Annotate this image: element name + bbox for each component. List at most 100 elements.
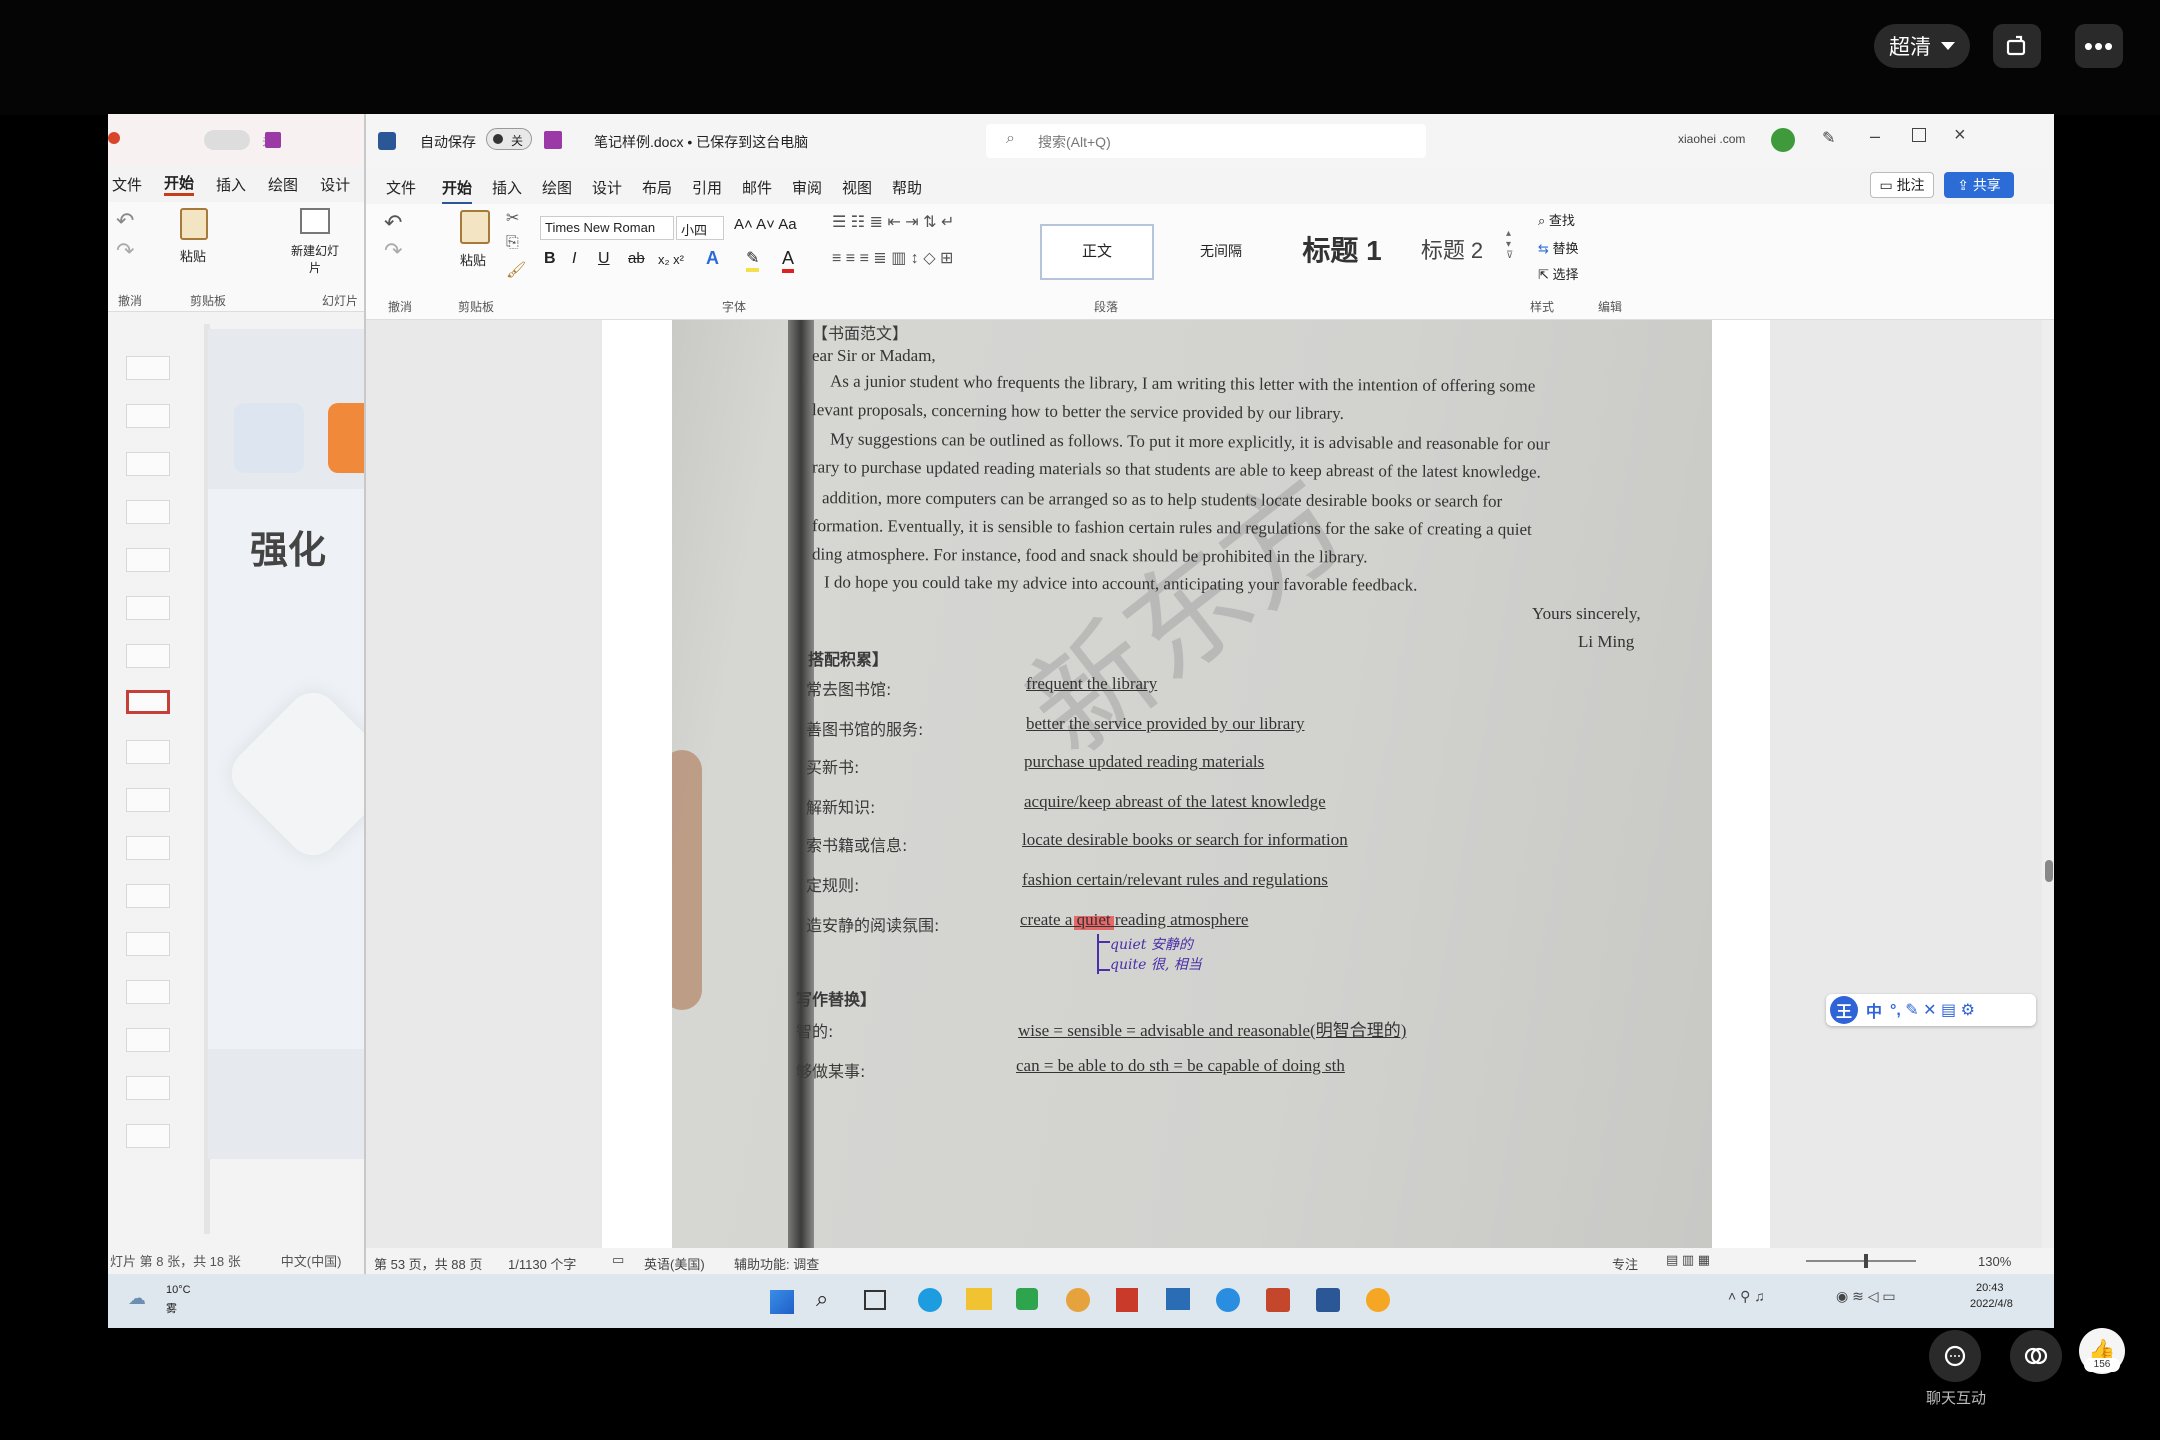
tab-layout[interactable]: 布局 <box>642 177 672 198</box>
tab-file[interactable]: 文件 <box>386 177 416 198</box>
weather-icon[interactable]: ☁ <box>128 1288 146 1309</box>
avatar[interactable] <box>1771 128 1795 152</box>
tab-review[interactable]: 审阅 <box>792 177 822 198</box>
slide-thumbnail[interactable] <box>126 404 170 428</box>
tab-home[interactable]: 开始 <box>442 177 473 205</box>
undo-icon[interactable]: ↶ <box>116 208 134 234</box>
tab-view[interactable]: 视图 <box>842 177 872 198</box>
app-icon[interactable] <box>1366 1288 1390 1312</box>
slide-thumbnail[interactable] <box>126 836 170 860</box>
slide-thumbnail[interactable] <box>126 500 170 524</box>
minimize-icon[interactable]: – <box>1870 126 1880 147</box>
strikethrough-icon[interactable]: ab <box>628 250 645 267</box>
document-title[interactable]: 笔记样例.docx • 已保存到这台电脑 <box>594 132 808 152</box>
slide-thumbnail[interactable] <box>126 548 170 572</box>
ppt-autosave-toggle[interactable] <box>204 130 250 150</box>
font-name-select[interactable]: Times New Roman <box>540 216 674 240</box>
slide-thumbnail[interactable] <box>126 1076 170 1100</box>
slide-thumbnail[interactable] <box>126 644 170 668</box>
app-icon[interactable] <box>1116 1288 1138 1312</box>
share-screen-button[interactable] <box>1993 24 2041 68</box>
tab-insert[interactable]: 插入 <box>492 177 522 198</box>
redo-icon[interactable]: ↷ <box>116 238 134 264</box>
status-page[interactable]: 第 53 页，共 88 页 <box>374 1254 482 1273</box>
italic-icon[interactable]: I <box>572 250 576 268</box>
status-accessibility[interactable]: 辅助功能: 调查 <box>734 1254 819 1273</box>
style-heading1[interactable]: 标题 1 <box>1282 224 1402 280</box>
clock-date[interactable]: 2022/4/8 <box>1970 1298 2013 1310</box>
status-words[interactable]: 1/1130 个字 <box>508 1254 576 1273</box>
status-focus[interactable]: 专注 <box>1612 1254 1638 1273</box>
photos-icon[interactable] <box>1166 1288 1190 1310</box>
zoom-level[interactable]: 130% <box>1978 1254 2011 1269</box>
format-painter-icon[interactable]: 🖌 <box>506 260 526 280</box>
replace-button[interactable]: ⇆ 替换 <box>1538 238 1579 257</box>
tab-help[interactable]: 帮助 <box>892 177 922 198</box>
search-box[interactable]: ⌕ 搜索(Alt+Q) <box>986 124 1426 158</box>
chat-button[interactable] <box>1929 1330 1981 1382</box>
style-no-spacing[interactable]: 无间隔 <box>1166 224 1276 280</box>
bullets-icon[interactable]: ☰ ☷ ≣ ⇤ ⇥ ⇅ ↵ <box>832 212 954 232</box>
slide-thumbnail[interactable] <box>126 788 170 812</box>
save-icon[interactable] <box>544 131 562 149</box>
ppt-tab-insert[interactable]: 插入 <box>216 174 246 195</box>
slide-thumbnail[interactable] <box>126 932 170 956</box>
tray-icons[interactable]: ˄ ⚲ ♫ <box>1728 1288 1765 1305</box>
powerpoint-icon[interactable] <box>1266 1288 1290 1312</box>
bold-icon[interactable]: B <box>544 250 556 268</box>
slide-thumbnail[interactable] <box>126 452 170 476</box>
slide-thumbnail[interactable] <box>126 1124 170 1148</box>
edge-icon[interactable] <box>918 1288 942 1312</box>
tab-design[interactable]: 设计 <box>592 177 622 198</box>
slide-thumbnail[interactable] <box>126 356 170 380</box>
weather-temp[interactable]: 10°C <box>166 1284 191 1296</box>
vertical-scrollbar[interactable] <box>2042 320 2054 1248</box>
ime-mode[interactable]: 中 <box>1866 998 1882 1022</box>
folder-icon[interactable] <box>966 1288 992 1310</box>
ime-toolbar[interactable]: 王 中 °, ✎ ✕ ▤ ⚙ <box>1826 994 2036 1026</box>
ppt-tab-home[interactable]: 开始 <box>164 172 195 196</box>
text-effects-icon[interactable]: A <box>706 248 719 269</box>
subscript-icon[interactable]: x₂ x² <box>658 252 684 267</box>
ppt-tab-design[interactable]: 设计 <box>320 174 350 195</box>
redo-icon[interactable]: ↷ <box>384 238 402 264</box>
slide-thumbnail[interactable] <box>126 980 170 1004</box>
copy-icon[interactable]: ⎘ <box>506 234 519 252</box>
tab-mailings[interactable]: 邮件 <box>742 177 772 198</box>
word-icon[interactable] <box>1316 1288 1340 1312</box>
account-name[interactable]: xiaohei .com <box>1678 132 1745 146</box>
font-size-select[interactable]: 小四 <box>676 216 724 240</box>
chrome-icon[interactable] <box>1066 1288 1090 1312</box>
view-icons[interactable]: ▤ ▥ ▦ <box>1666 1252 1710 1268</box>
tab-references[interactable]: 引用 <box>692 177 722 198</box>
align-left-icon[interactable]: ≡ ≡ ≡ ≣ ▥ ↕ ◇ ⊞ <box>832 248 953 268</box>
ppt-tab-draw[interactable]: 绘图 <box>268 174 298 195</box>
start-icon[interactable] <box>770 1290 794 1314</box>
status-language[interactable]: 英语(美国) <box>644 1254 705 1273</box>
zoom-thumb[interactable] <box>1864 1254 1868 1268</box>
ppt-tab-file[interactable]: 文件 <box>112 174 142 195</box>
tab-draw[interactable]: 绘图 <box>542 177 572 198</box>
grow-font-icon[interactable]: A˄ A˅ Aa <box>734 216 797 233</box>
zoom-slider[interactable] <box>1806 1260 1916 1262</box>
cut-icon[interactable]: ✂ <box>506 208 519 228</box>
new-slide-icon[interactable] <box>300 208 330 234</box>
find-button[interactable]: ⌕ 查找 <box>1538 210 1575 229</box>
pen-icon[interactable]: ✎ <box>1822 128 1835 148</box>
select-button[interactable]: ⇱ 选择 <box>1538 264 1579 283</box>
paste-icon[interactable] <box>180 208 208 240</box>
undo-icon[interactable]: ↶ <box>384 210 402 236</box>
proofing-icon[interactable]: ▭ <box>612 1252 624 1268</box>
underline-icon[interactable]: U <box>598 250 610 268</box>
ime-tool-icons[interactable]: °, ✎ ✕ ▤ ⚙ <box>1890 1000 1975 1020</box>
app-icon[interactable] <box>1016 1288 1038 1310</box>
network-icon[interactable]: ◉ ≋ ◁ ▭ <box>1836 1288 1896 1305</box>
quality-selector[interactable]: 超清 <box>1874 24 1970 68</box>
slide-thumbnail[interactable] <box>126 884 170 908</box>
share-button[interactable]: ⇪ 共享 <box>1944 172 2014 198</box>
app-icon[interactable] <box>1216 1288 1240 1312</box>
paste-icon[interactable] <box>460 210 490 244</box>
autosave-toggle[interactable]: 关 <box>486 128 532 150</box>
font-color-icon[interactable]: A <box>782 248 795 273</box>
weather-desc[interactable]: 雾 <box>166 1300 177 1316</box>
